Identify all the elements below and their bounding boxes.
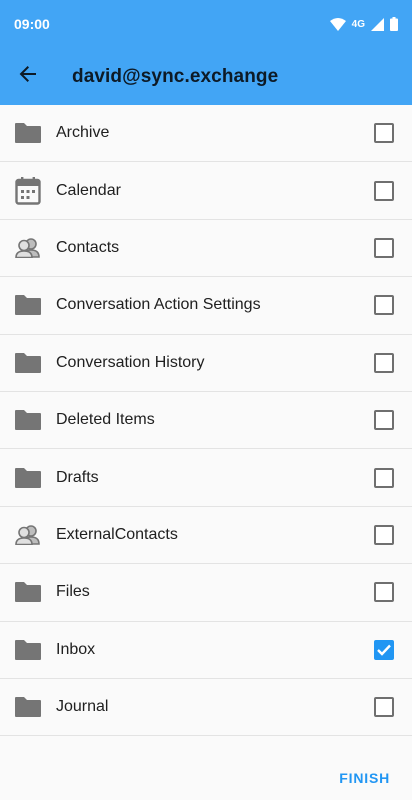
folder-list: Archive Calendar Contacts Conversation Acti… bbox=[0, 105, 412, 737]
folder-label: Files bbox=[56, 583, 90, 601]
toolbar: david@sync.exchange bbox=[0, 48, 412, 105]
folder-label: Conversation Action Settings bbox=[56, 296, 261, 314]
folder-label: Inbox bbox=[56, 640, 96, 658]
folder-row[interactable]: Inbox bbox=[0, 621, 412, 679]
folder-label: Conversation History bbox=[56, 353, 205, 371]
folder-checkbox[interactable] bbox=[374, 524, 394, 545]
folder-icon bbox=[0, 105, 56, 162]
folder-label: ExternalContacts bbox=[56, 525, 178, 543]
folder-checkbox[interactable] bbox=[374, 352, 394, 373]
folder-checkbox[interactable] bbox=[374, 582, 394, 603]
folder-icon bbox=[0, 564, 56, 621]
battery-icon bbox=[390, 17, 398, 31]
folder-row[interactable]: ExternalContacts bbox=[0, 506, 412, 565]
back-button[interactable] bbox=[0, 49, 56, 105]
folder-icon bbox=[0, 621, 56, 678]
folder-label: Deleted Items bbox=[56, 411, 155, 429]
folder-checkbox[interactable] bbox=[374, 123, 394, 144]
folder-label: Contacts bbox=[56, 238, 120, 256]
folder-label: Archive bbox=[56, 124, 110, 142]
folder-row[interactable]: Files bbox=[0, 564, 412, 622]
folder-icon bbox=[0, 277, 56, 334]
page-title: david@sync.exchange bbox=[72, 65, 279, 87]
contacts-icon bbox=[0, 219, 56, 276]
folder-checkbox[interactable] bbox=[374, 467, 394, 488]
folder-row[interactable]: Conversation Action Settings bbox=[0, 277, 412, 335]
folder-row[interactable]: Calendar bbox=[0, 162, 412, 220]
status-time: 09:00 bbox=[14, 16, 50, 32]
folder-checkbox[interactable] bbox=[374, 237, 394, 258]
contacts-icon bbox=[0, 506, 56, 563]
folder-icon bbox=[0, 449, 56, 506]
status-bar: 09:00 4G bbox=[0, 0, 412, 48]
folder-row[interactable]: Deleted Items bbox=[0, 391, 412, 450]
folder-row[interactable]: Drafts bbox=[0, 449, 412, 507]
folder-checkbox[interactable] bbox=[374, 180, 394, 201]
folder-checkbox[interactable] bbox=[374, 295, 394, 316]
signal-icon bbox=[371, 17, 384, 31]
wifi-icon bbox=[329, 17, 346, 31]
folder-icon bbox=[0, 392, 56, 449]
app-bar: 09:00 4G david@sync.exchange bbox=[0, 0, 412, 105]
network-type: 4G bbox=[351, 18, 365, 30]
folder-icon bbox=[0, 334, 56, 391]
folder-checkbox[interactable] bbox=[374, 410, 394, 431]
folder-label: Journal bbox=[56, 698, 109, 716]
finish-button[interactable]: FINISH bbox=[339, 770, 390, 786]
status-icons: 4G bbox=[329, 17, 398, 31]
folder-label: Calendar bbox=[56, 181, 121, 199]
folder-row[interactable]: Journal bbox=[0, 678, 412, 737]
folder-icon bbox=[0, 679, 56, 736]
folder-checkbox[interactable] bbox=[374, 639, 394, 660]
folder-label: Drafts bbox=[56, 468, 99, 486]
folder-row[interactable]: Conversation History bbox=[0, 334, 412, 392]
folder-row[interactable]: Archive bbox=[0, 105, 412, 163]
arrow-back-icon bbox=[18, 64, 38, 89]
calendar-icon bbox=[0, 162, 56, 219]
folder-checkbox[interactable] bbox=[374, 697, 394, 718]
folder-row[interactable]: Contacts bbox=[0, 219, 412, 278]
